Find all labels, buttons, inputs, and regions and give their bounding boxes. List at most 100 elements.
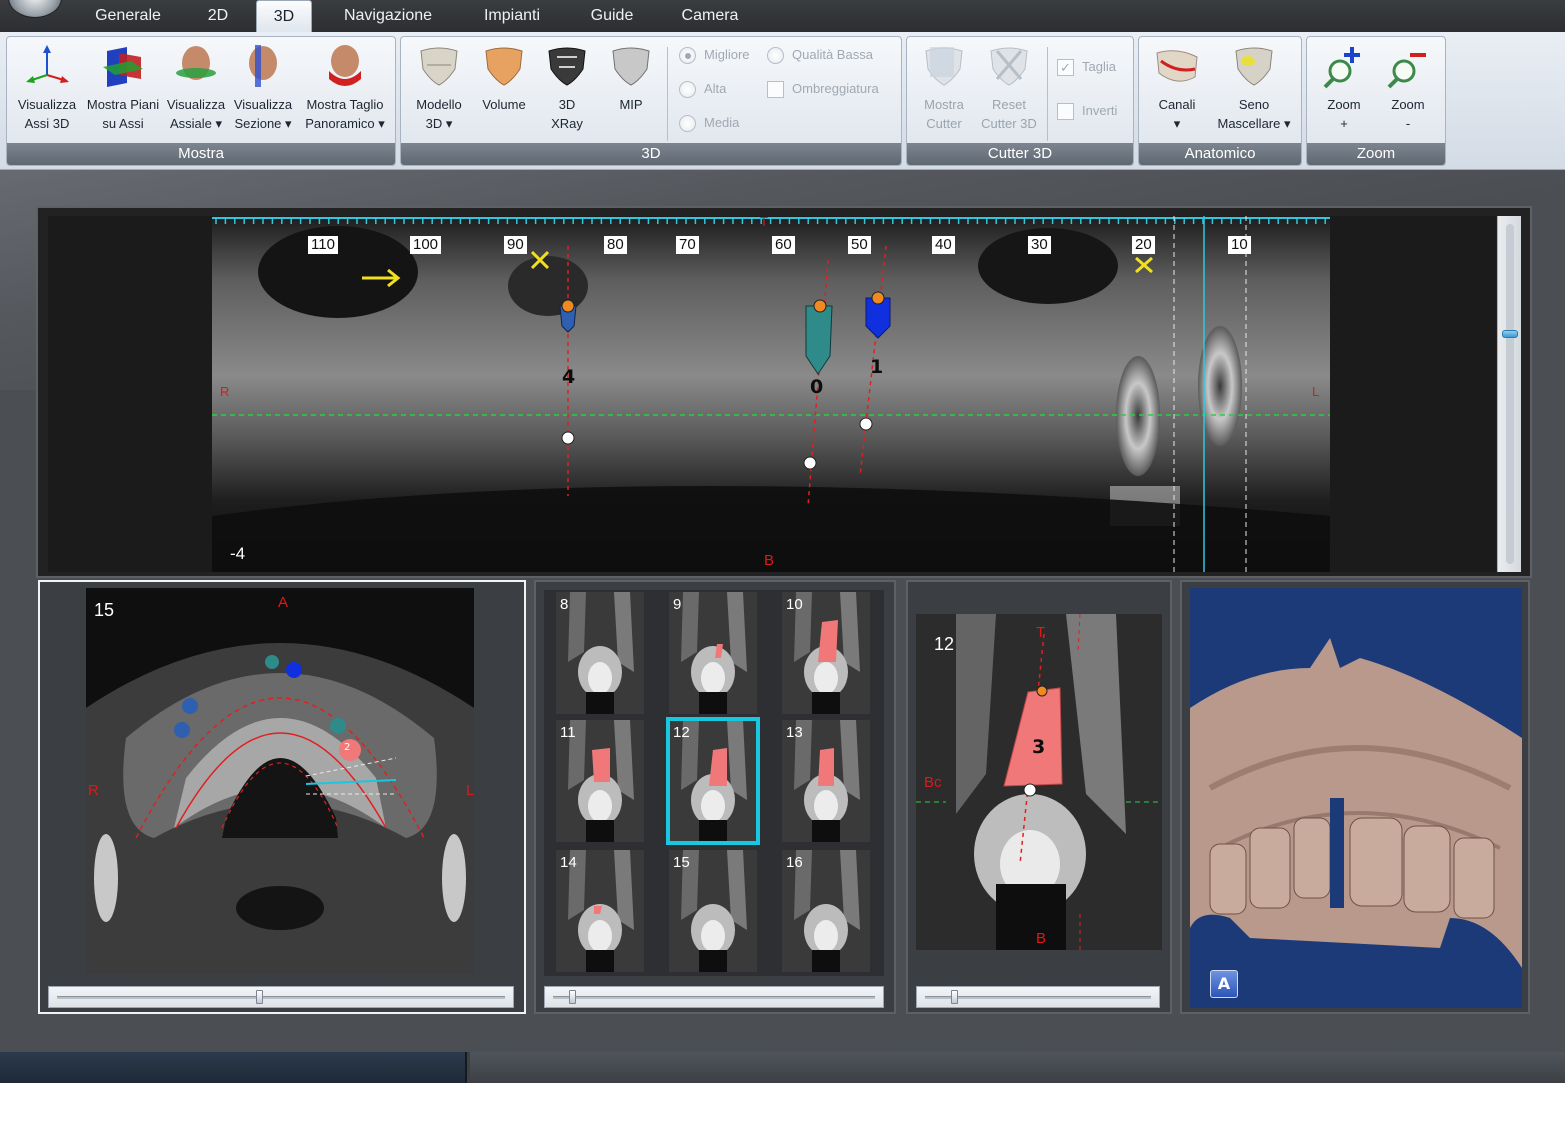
cross-section-thumb[interactable]: 8 (556, 592, 644, 714)
group-mostra-label: Mostra (7, 143, 395, 165)
cross-section-thumb[interactable]: 9 (669, 592, 757, 714)
tab-guide[interactable]: Guide (574, 0, 650, 32)
group-3d-label: 3D (401, 143, 901, 165)
slider-thumb[interactable] (1502, 329, 1518, 338)
visualizza-assi-3d-button[interactable]: Visualizza Assi 3D (13, 43, 81, 133)
cross-section-number: 13 (786, 724, 803, 741)
checkbox-checked-icon: ✓ (1057, 59, 1074, 77)
bottom-marker: B (764, 552, 775, 569)
slider-rail (925, 996, 1151, 999)
xray-icon (545, 43, 589, 89)
tab-2d[interactable]: 2D (192, 0, 244, 32)
top-marker: T (760, 216, 768, 229)
group-cutter-label: Cutter 3D (907, 143, 1133, 165)
tab-camera[interactable]: Camera (666, 0, 754, 32)
zoom-out-button[interactable]: Zoom - (1377, 43, 1439, 133)
tab-navigazione[interactable]: Navigazione (326, 0, 450, 32)
panoramic-view[interactable]: 110 100 90 80 70 60 50 40 30 20 10 T B R L 4 0 1 -… (48, 216, 1496, 572)
panoramic-vertical-slider[interactable] (1497, 216, 1521, 572)
volume-button[interactable]: Volume (473, 43, 535, 114)
checkbox-icon (1057, 103, 1074, 121)
cross-section-thumb-selected[interactable]: 12 (666, 717, 760, 845)
radio-icon (679, 47, 696, 65)
mip-icon (609, 43, 653, 89)
canali-button[interactable]: Canali ▾ (1145, 43, 1209, 133)
taglia-checkbox[interactable]: ✓ Taglia (1057, 59, 1116, 77)
zoom-out-icon (1386, 43, 1430, 89)
visualizza-sezione-button[interactable]: Visualizza Sezione ▾ (231, 43, 295, 133)
zoom-in-button[interactable]: Zoom + (1313, 43, 1375, 133)
quality-alta-radio[interactable]: Alta (679, 81, 726, 99)
ruler-label: 40 (932, 236, 955, 254)
model3d-view[interactable]: A (1190, 588, 1522, 1008)
cross-section-number: 11 (560, 724, 576, 741)
cross-section-thumb[interactable]: 13 (782, 720, 870, 842)
mostra-taglio-panoramico-button[interactable]: Mostra Taglio Panoramico ▾ (299, 43, 391, 133)
tab-impianti[interactable]: Impianti (466, 0, 558, 32)
cutter-icon (922, 43, 966, 89)
cross-section-number: 9 (673, 596, 682, 613)
implant-1-label: 1 (870, 356, 884, 378)
modello-3d-button[interactable]: Modello 3D ▾ (407, 43, 471, 133)
mostra-piani-su-assi-button[interactable]: Mostra Piani su Assi (83, 43, 163, 133)
slider-track (1506, 224, 1514, 564)
quality-media-radio[interactable]: Media (679, 115, 739, 133)
cross-section-thumb[interactable]: 11 (556, 720, 644, 842)
cross-section-number: 14 (560, 854, 577, 871)
quality-bassa-radio[interactable]: Qualità Bassa (767, 47, 873, 65)
slice-offset-value: -4 (230, 544, 246, 563)
section-view[interactable]: 12 T B Bc 3 (916, 614, 1162, 950)
group-anatomico: Canali ▾ Seno Mascellare ▾ Anatomico (1138, 36, 1302, 166)
inverti-checkbox[interactable]: Inverti (1057, 103, 1117, 121)
cross-section-image (556, 592, 644, 714)
cross-section-number: 12 (673, 724, 690, 741)
reset-cutter-button[interactable]: Reset Cutter 3D (977, 43, 1041, 133)
section-marker-t: T (1036, 624, 1046, 641)
section-implant-label: 3 (1032, 736, 1046, 758)
ruler-label: 90 (504, 236, 527, 254)
axial-slider[interactable] (48, 986, 514, 1008)
cross-sections-slider[interactable] (544, 986, 884, 1008)
checkbox-icon (767, 81, 784, 99)
application-menu-button[interactable] (8, 0, 62, 18)
status-bar-left (0, 1052, 467, 1083)
tab-generale[interactable]: Generale (80, 0, 176, 32)
section-slider[interactable] (916, 986, 1160, 1008)
sinus-icon (1232, 43, 1276, 89)
panoramic-image (48, 216, 1496, 572)
slider-rail (553, 996, 875, 999)
visualizza-assiale-button[interactable]: Visualizza Assiale ▾ (165, 43, 227, 133)
cross-section-thumb[interactable]: 16 (782, 850, 870, 972)
seno-mascellare-button[interactable]: Seno Mascellare ▾ (1211, 43, 1297, 133)
left-marker: R (220, 384, 230, 399)
quality-migliore-radio[interactable]: Migliore (679, 47, 750, 65)
group-3d: Modello 3D ▾ Volume 3D XRay MIP Migliore… (400, 36, 902, 166)
ombreggiatura-checkbox[interactable]: Ombreggiatura (767, 81, 879, 99)
model-3d-icon (417, 43, 461, 89)
cross-section-thumb[interactable]: 14 (556, 850, 644, 972)
cross-section-thumb[interactable]: 10 (782, 592, 870, 714)
ribbon: Visualizza Assi 3D Mostra Piani su Assi … (0, 32, 1565, 170)
head-panoramic-icon (323, 43, 367, 89)
slider-knob[interactable] (568, 990, 576, 1004)
bottom-blank-area (0, 1083, 1565, 1129)
orientation-cube-icon[interactable]: A (1210, 970, 1238, 998)
section-marker-b: B (1036, 930, 1047, 947)
model3d-image (1190, 588, 1522, 1008)
radio-icon (679, 115, 696, 133)
ruler-label: 50 (848, 236, 871, 254)
slider-knob[interactable] (951, 990, 959, 1004)
status-bar-right (470, 1052, 1565, 1083)
axial-view[interactable]: 15 A R L 2 (86, 588, 474, 974)
tab-3d[interactable]: 3D (256, 0, 312, 32)
slider-rail (57, 996, 505, 999)
mip-button[interactable]: MIP (601, 43, 661, 114)
axial-marker-a: A (278, 594, 289, 611)
cross-section-number: 10 (786, 596, 803, 613)
cross-section-thumb[interactable]: 15 (669, 850, 757, 972)
xray-3d-button[interactable]: 3D XRay (537, 43, 597, 133)
mostra-cutter-button[interactable]: Mostra Cutter (913, 43, 975, 133)
slider-knob[interactable] (255, 990, 263, 1004)
zoom-in-icon (1322, 43, 1366, 89)
ruler-label: 30 (1028, 236, 1051, 254)
